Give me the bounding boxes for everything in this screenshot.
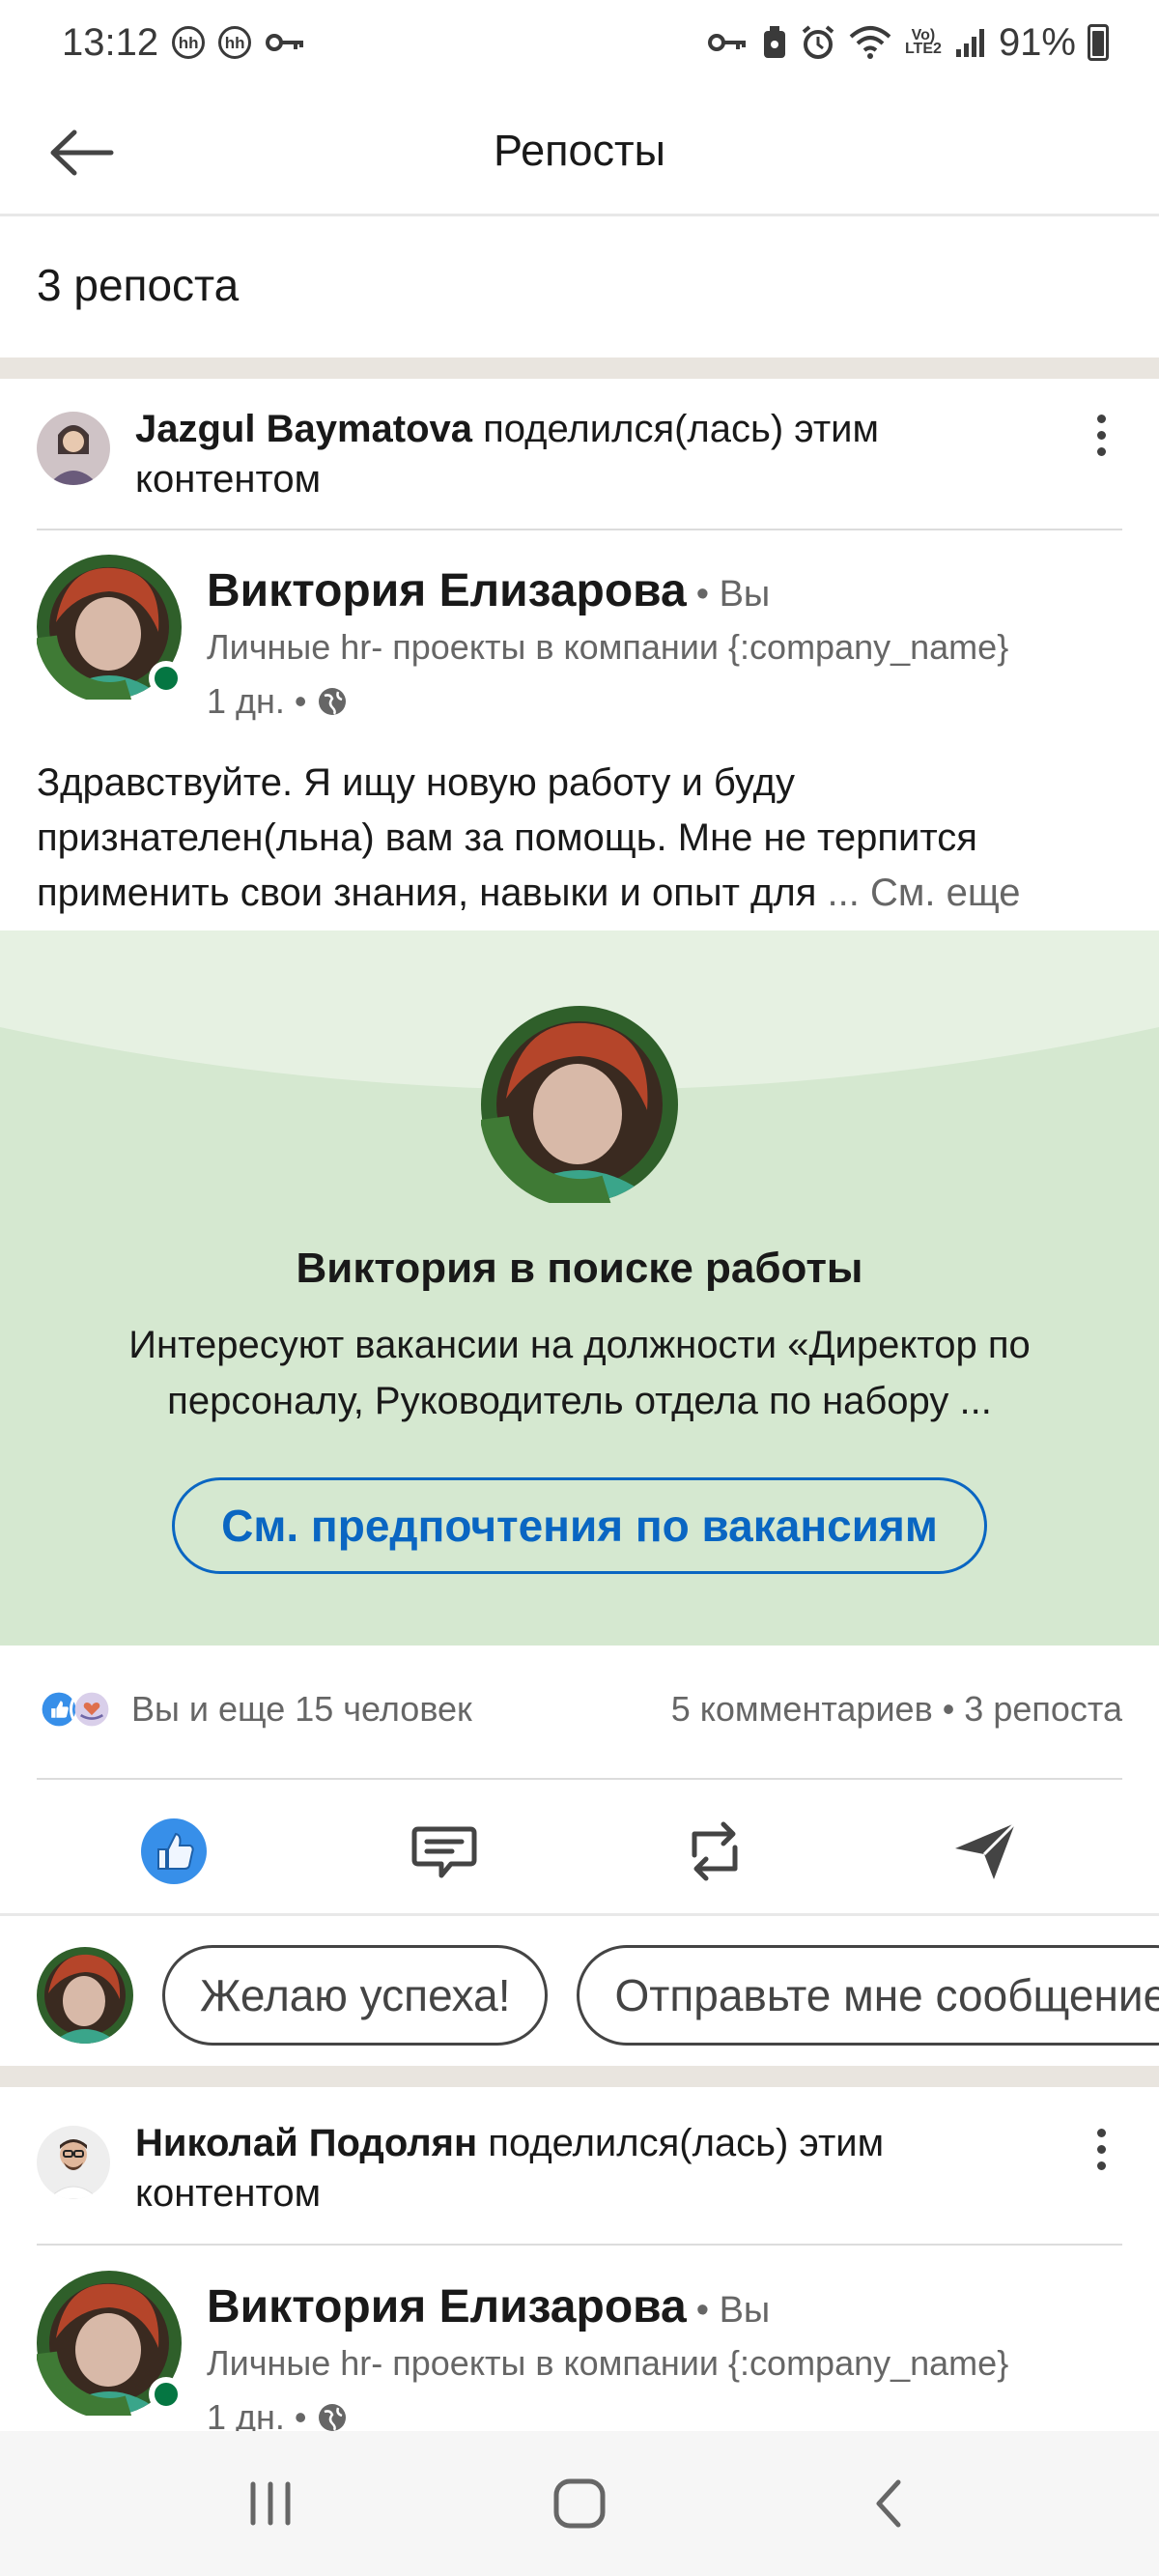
online-status-dot	[149, 2377, 184, 2412]
status-bar: 13:12 hh hh Vo) LTE2 91%	[0, 0, 1159, 85]
send-icon	[955, 1821, 1017, 1879]
battery-percent: 91%	[998, 20, 1076, 64]
more-dot	[1096, 414, 1106, 423]
divider	[0, 1913, 1159, 1916]
home-button[interactable]	[522, 2446, 637, 2562]
like-filled-icon	[141, 1818, 207, 1884]
vpn-key-icon	[707, 34, 746, 51]
hh-app-icon: hh	[172, 26, 206, 59]
open-to-work-photo	[481, 1006, 678, 1203]
system-navigation-bar	[0, 2431, 1159, 2576]
comment-icon	[411, 1826, 477, 1878]
post-time: 1 дн. •	[207, 681, 307, 721]
section-divider	[0, 358, 1159, 379]
more-dot	[1096, 2161, 1106, 2170]
comment-button[interactable]	[396, 1803, 493, 1900]
globe-icon	[318, 688, 346, 715]
you-label: • Вы	[695, 2290, 771, 2331]
globe-icon	[318, 2404, 346, 2431]
repost-attribution: Jazgul Baymatova поделился(лась) этим ко…	[135, 404, 1062, 504]
comments-reposts-count[interactable]: 5 комментариев • 3 репоста	[671, 1689, 1122, 1730]
author-name[interactable]: Виктория Елизарова	[207, 2280, 687, 2333]
sharer-name[interactable]: Jazgul Baymatova	[135, 408, 472, 450]
social-counts: Вы и еще 15 человек 5 комментариев • 3 р…	[37, 1687, 1122, 1732]
repost-button[interactable]	[666, 1803, 763, 1900]
divider	[37, 529, 1122, 530]
system-back-button[interactable]	[831, 2446, 947, 2562]
recent-apps-icon	[250, 2481, 291, 2526]
you-label: • Вы	[695, 574, 771, 615]
send-button[interactable]	[937, 1803, 1033, 1900]
more-dot	[1096, 2128, 1106, 2137]
author-avatar[interactable]	[36, 555, 184, 703]
quick-reply-row: Желаю успеха! Отправьте мне сообщение	[37, 1942, 1159, 2048]
post-author[interactable]: Виктория Елизарова • Вы Личные hr- проек…	[36, 555, 1008, 722]
post-action-bar	[0, 1799, 1159, 1903]
chevron-left-icon	[876, 2479, 901, 2528]
my-avatar	[37, 1947, 133, 2044]
back-button[interactable]	[42, 114, 120, 191]
more-dot	[1096, 446, 1106, 456]
section-divider	[0, 2066, 1159, 2087]
post-text[interactable]: Здравствуйте. Я ищу новую работу и буду …	[37, 756, 1128, 921]
repost-attribution: Николай Подолян поделился(лась) этим кон…	[135, 2118, 1062, 2218]
author-avatar[interactable]	[36, 2271, 184, 2419]
recent-apps-button[interactable]	[212, 2446, 328, 2562]
author-info: Виктория Елизарова • Вы Личные hr- проек…	[207, 2271, 1008, 2438]
volte-label: Vo) LTE2	[904, 27, 942, 57]
open-to-work-card[interactable]: Виктория в поиске работы Интересуют вака…	[0, 930, 1159, 1646]
signal-icon	[955, 29, 984, 57]
see-more-link[interactable]: ... См. еще	[828, 872, 1021, 914]
app-bar: Репосты	[0, 85, 1159, 216]
battery-icon	[1088, 24, 1109, 61]
more-options-button[interactable]	[1082, 406, 1120, 464]
alarm-icon	[802, 25, 834, 59]
divider	[37, 2244, 1122, 2246]
page-title: Репосты	[494, 126, 665, 175]
repost-header: Jazgul Baymatova поделился(лась) этим ко…	[37, 404, 1062, 504]
sharer-avatar[interactable]	[37, 412, 110, 485]
open-to-work-title: Виктория в поиске работы	[296, 1245, 863, 1292]
arrow-left-icon	[50, 129, 114, 176]
reactions-text: Вы и еще 15 человек	[131, 1689, 472, 1729]
home-icon	[553, 2478, 606, 2529]
key-icon	[266, 34, 304, 51]
more-dot	[1096, 2144, 1106, 2154]
view-job-preferences-button[interactable]: См. предпочтения по вакансиям	[172, 1477, 987, 1574]
author-info: Виктория Елизарова • Вы Личные hr- проек…	[207, 555, 1008, 722]
wifi-icon	[849, 26, 891, 59]
author-headline: Личные hr- проекты в компании {:company_…	[207, 2343, 1009, 2383]
repost-header: Николай Подолян поделился(лась) этим кон…	[37, 2118, 1062, 2218]
hh-app-icon: hh	[218, 26, 252, 59]
author-headline: Личные hr- проекты в компании {:company_…	[207, 627, 1009, 667]
lock-battery-icon	[763, 26, 785, 58]
quick-reply-chip[interactable]: Отправьте мне сообщение	[577, 1945, 1159, 2046]
repost-icon	[692, 1821, 738, 1881]
sharer-name[interactable]: Николай Подолян	[135, 2122, 477, 2164]
author-name[interactable]: Виктория Елизарова	[207, 564, 687, 617]
support-reaction-icon	[70, 1687, 114, 1732]
open-to-work-description: Интересуют вакансии на должности «Директ…	[128, 1324, 1031, 1422]
reactions-summary[interactable]: Вы и еще 15 человек	[37, 1687, 472, 1732]
quick-reply-chip[interactable]: Желаю успеха!	[162, 1945, 549, 2046]
more-dot	[1096, 430, 1106, 440]
repost-count: 3 репоста	[37, 260, 240, 310]
online-status-dot	[149, 661, 184, 696]
post-author[interactable]: Виктория Елизарова • Вы Личные hr- проек…	[36, 2271, 1008, 2438]
divider	[37, 1778, 1122, 1780]
more-options-button[interactable]	[1082, 2120, 1120, 2178]
like-button[interactable]	[126, 1803, 222, 1900]
status-time: 13:12	[62, 20, 159, 64]
sharer-avatar[interactable]	[37, 2126, 110, 2199]
